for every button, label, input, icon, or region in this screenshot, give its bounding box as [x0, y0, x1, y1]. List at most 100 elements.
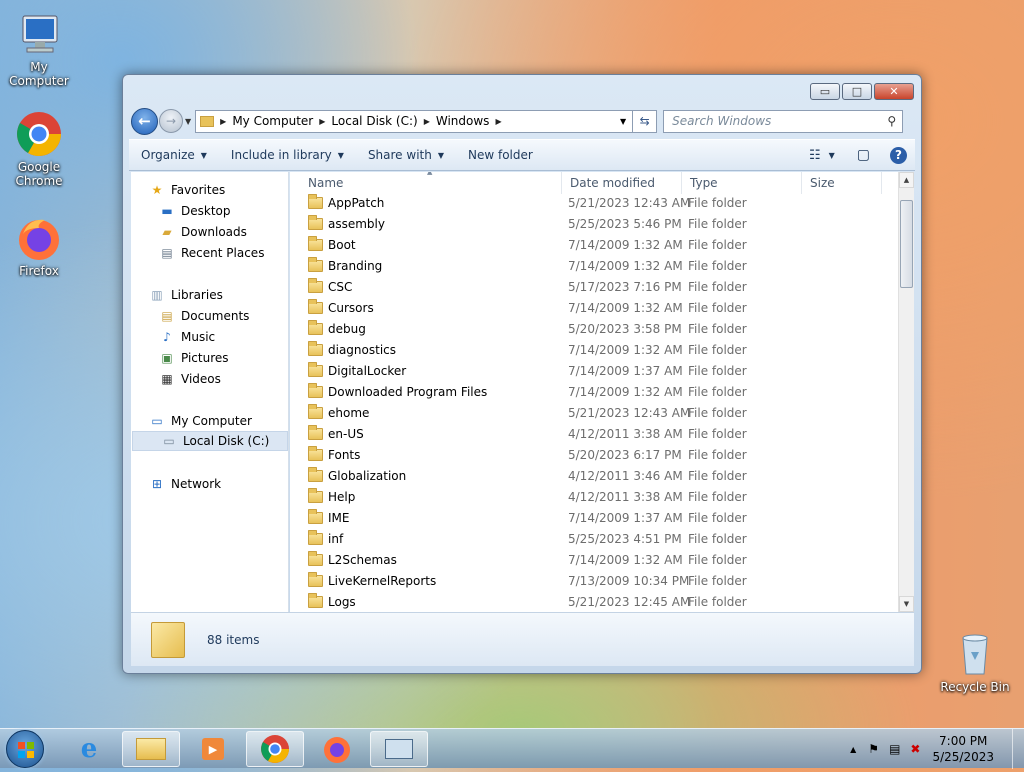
nav-videos[interactable]: ▦ Videos	[159, 369, 221, 389]
refresh-button[interactable]: ⇆	[633, 109, 658, 133]
file-date: 7/13/2009 10:34 PM	[568, 573, 690, 588]
file-row[interactable]: inf 5/25/2023 4:51 PM File folder	[290, 528, 898, 549]
taskbar-chrome[interactable]	[246, 731, 304, 767]
nav-my-computer[interactable]: ▭ My Computer	[149, 411, 252, 431]
desktop-icon-firefox[interactable]: Firefox	[0, 214, 78, 278]
file-name: DigitalLocker	[328, 363, 407, 378]
nav-libraries[interactable]: ▥ Libraries	[149, 285, 223, 305]
volume-muted-icon[interactable]: ✖	[910, 742, 920, 756]
forward-button[interactable]: →	[159, 109, 183, 133]
nav-documents[interactable]: ▤ Documents	[159, 306, 249, 326]
nav-desktop[interactable]: ▬ Desktop	[159, 201, 230, 221]
scroll-thumb[interactable]	[900, 200, 913, 288]
show-desktop-button[interactable]	[1012, 729, 1024, 769]
breadcrumb-windows[interactable]: Windows	[436, 114, 490, 128]
taskbar-internet-explorer[interactable]: e	[60, 731, 118, 767]
file-type: File folder	[688, 363, 747, 378]
minimize-button[interactable]: ▭	[810, 83, 840, 100]
column-header-type[interactable]: Type	[682, 172, 802, 194]
file-name: IME	[328, 510, 350, 525]
close-button[interactable]: ✕	[874, 83, 914, 100]
desktop-icon-recycle-bin[interactable]: Recycle Bin	[936, 630, 1014, 694]
new-folder-button[interactable]: New folder	[468, 148, 533, 162]
vertical-scrollbar[interactable]: ▲ ▼	[898, 172, 914, 612]
chevron-right-icon[interactable]: ▶	[495, 117, 501, 126]
clock[interactable]: 7:00 PM 5/25/2023	[932, 733, 994, 765]
file-row[interactable]: diagnostics 7/14/2009 1:32 AM File folder	[290, 339, 898, 360]
file-row[interactable]: LiveKernelReports 7/13/2009 10:34 PM File …	[290, 570, 898, 591]
scroll-down-button[interactable]: ▼	[899, 596, 914, 612]
folder-icon	[308, 340, 323, 356]
chevron-right-icon[interactable]: ▶	[319, 117, 325, 126]
taskbar-windows-explorer[interactable]	[122, 731, 180, 767]
nav-music[interactable]: ♪ Music	[159, 327, 215, 347]
file-row[interactable]: debug 5/20/2023 3:58 PM File folder	[290, 318, 898, 339]
network-tray-icon[interactable]: ▤	[889, 742, 900, 756]
file-row[interactable]: Fonts 5/20/2023 6:17 PM File folder	[290, 444, 898, 465]
column-header-name[interactable]: Name	[300, 172, 562, 194]
desktop-icon-my-computer[interactable]: My Computer	[0, 10, 78, 88]
file-date: 7/14/2009 1:32 AM	[568, 384, 683, 399]
preview-pane-icon[interactable]: ▢	[857, 147, 870, 163]
nav-label: My Computer	[171, 414, 252, 428]
file-row[interactable]: L2Schemas 7/14/2009 1:32 AM File folder	[290, 549, 898, 570]
file-name: Fonts	[328, 447, 361, 462]
view-dropdown[interactable]: ▼	[829, 151, 835, 160]
address-bar[interactable]: ▶ My Computer ▶ Local Disk (C:) ▶ Window…	[195, 109, 634, 133]
network-icon: ⊞	[151, 477, 163, 491]
file-row[interactable]: Boot 7/14/2009 1:32 AM File folder	[290, 234, 898, 255]
file-row[interactable]: ehome 5/21/2023 12:43 AM File folder	[290, 402, 898, 423]
maximize-button[interactable]: □	[842, 83, 872, 100]
file-row[interactable]: Logs 5/21/2023 12:45 AM File folder	[290, 591, 898, 612]
folder-icon	[308, 193, 323, 209]
action-center-flag-icon[interactable]: ⚑	[868, 742, 879, 756]
show-hidden-icons-button[interactable]: ▲	[850, 745, 856, 754]
view-options-icon[interactable]: ☷	[809, 148, 821, 163]
nav-downloads[interactable]: ▰ Downloads	[159, 222, 247, 242]
file-date: 7/14/2009 1:32 AM	[568, 237, 683, 252]
nav-network[interactable]: ⊞ Network	[149, 474, 221, 494]
share-with-button[interactable]: Share with ▼	[368, 148, 444, 162]
file-row[interactable]: assembly 5/25/2023 5:46 PM File folder	[290, 213, 898, 234]
file-type: File folder	[688, 279, 747, 294]
file-row[interactable]: AppPatch 5/21/2023 12:43 AM File folder	[290, 192, 898, 213]
file-row[interactable]: DigitalLocker 7/14/2009 1:37 AM File folde…	[290, 360, 898, 381]
taskbar-media-player[interactable]: ▶	[184, 731, 242, 767]
include-in-library-button[interactable]: Include in library ▼	[231, 148, 344, 162]
file-row[interactable]: Globalization 4/12/2011 3:46 AM File folde…	[290, 465, 898, 486]
nav-recent-places[interactable]: ▤ Recent Places	[159, 243, 264, 263]
computer-icon: ▭	[151, 414, 163, 428]
nav-local-disk[interactable]: ▭ Local Disk (C:)	[132, 431, 288, 451]
breadcrumb-my-computer[interactable]: My Computer	[232, 114, 313, 128]
scroll-up-button[interactable]: ▲	[899, 172, 914, 188]
help-icon[interactable]: ?	[890, 146, 907, 164]
file-row[interactable]: Cursors 7/14/2009 1:32 AM File folder	[290, 297, 898, 318]
desktop-icon-google-chrome[interactable]: Google Chrome	[0, 110, 78, 188]
taskbar-remote-desktop[interactable]	[370, 731, 428, 767]
nav-favorites[interactable]: ★ Favorites	[149, 180, 226, 200]
nav-pictures[interactable]: ▣ Pictures	[159, 348, 228, 368]
chevron-right-icon[interactable]: ▶	[424, 117, 430, 126]
breadcrumb-local-disk[interactable]: Local Disk (C:)	[331, 114, 417, 128]
file-row[interactable]: Branding 7/14/2009 1:32 AM File folder	[290, 255, 898, 276]
file-row[interactable]: Downloaded Program Files 7/14/2009 1:32 A…	[290, 381, 898, 402]
file-row[interactable]: en-US 4/12/2011 3:38 AM File folder	[290, 423, 898, 444]
file-row[interactable]: CSC 5/17/2023 7:16 PM File folder	[290, 276, 898, 297]
address-dropdown[interactable]: ▼	[620, 117, 626, 126]
column-header-date[interactable]: Date modified	[562, 172, 682, 194]
chevron-down-icon: ▼	[437, 150, 444, 160]
taskbar-firefox[interactable]	[308, 731, 366, 767]
organize-button[interactable]: Organize ▼	[141, 148, 207, 162]
search-input[interactable]: Search Windows ⚲	[663, 109, 904, 133]
column-header-size[interactable]: Size	[802, 172, 882, 194]
item-count: 88 items	[207, 632, 260, 647]
back-button[interactable]: ←	[131, 107, 158, 135]
chevron-right-icon[interactable]: ▶	[220, 117, 226, 126]
start-button[interactable]	[6, 730, 44, 768]
recent-pages-dropdown[interactable]: ▼	[185, 117, 191, 126]
file-row[interactable]: Help 4/12/2011 3:38 AM File folder	[290, 486, 898, 507]
file-row[interactable]: IME 7/14/2009 1:37 AM File folder	[290, 507, 898, 528]
file-name: assembly	[328, 216, 385, 231]
file-date: 7/14/2009 1:32 AM	[568, 300, 683, 315]
file-type: File folder	[688, 468, 747, 483]
